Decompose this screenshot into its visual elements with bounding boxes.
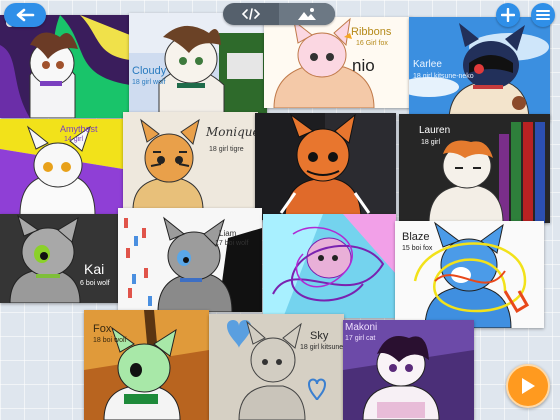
ribbons-name: Ribbons <box>351 26 392 38</box>
amythest-sub: 14 girl <box>64 136 84 143</box>
fox-sub: 18 boi wolf <box>93 337 127 344</box>
image-view-tab[interactable] <box>279 3 335 25</box>
plus-icon <box>501 8 515 22</box>
image-icon <box>298 8 316 20</box>
liam-art <box>118 208 262 312</box>
monique-sub: 18 girl tigre <box>209 146 244 153</box>
cloudy-name: Cloudy <box>132 65 167 77</box>
dark-fox-art <box>255 113 396 220</box>
drawing-card-amythest[interactable]: Amythest 14 girl <box>0 119 123 215</box>
kai-art <box>0 214 119 303</box>
makoni-name: Makoni <box>345 322 378 333</box>
drawing-card-lauren[interactable]: Lauren 18 girl <box>399 114 550 223</box>
kai-sub: 6 boi wolf <box>80 280 110 287</box>
karlee-sub: 18 girl kitsune-neko <box>413 73 474 80</box>
play-icon <box>522 378 535 394</box>
drawing-card-purple-cat[interactable] <box>0 15 130 118</box>
drawing-card-scribbled-cat[interactable] <box>263 214 396 318</box>
cloudy-sub: 18 girl wolf <box>132 79 166 86</box>
menu-button[interactable] <box>531 3 555 27</box>
drawing-card-blaze[interactable]: Blaze 15 boi fox <box>395 221 544 328</box>
cloudy-art <box>129 13 267 114</box>
lauren-name: Lauren <box>419 125 451 136</box>
view-mode-toggle[interactable] <box>223 3 335 25</box>
ribbons-sub: 16 Girl fox <box>356 40 388 47</box>
purple-cat-art <box>0 15 130 118</box>
arrow-left-icon <box>16 8 35 22</box>
drawing-card-cloudy[interactable]: Cloudy 18 girl wolf <box>129 13 267 114</box>
back-button[interactable] <box>4 3 46 27</box>
sky-sub: 18 girl kitsune <box>300 344 344 351</box>
fox-name: Fox <box>93 323 112 335</box>
sky-name: Sky <box>310 330 329 342</box>
drawing-card-dark-fox[interactable] <box>255 113 396 220</box>
drawing-card-kai[interactable]: Kai 6 boi wolf <box>0 214 119 303</box>
blaze-name: Blaze <box>402 231 430 243</box>
monique-name: Monique <box>206 125 258 139</box>
code-icon <box>241 8 261 20</box>
liam-name: Liam <box>219 229 237 238</box>
drawing-card-sky[interactable]: Sky 18 girl kitsune <box>209 314 344 420</box>
hamburger-menu-icon <box>536 10 550 20</box>
lauren-sub: 18 girl <box>421 139 441 146</box>
code-view-tab[interactable] <box>223 3 279 25</box>
drawing-card-karlee[interactable]: Karlee 18 girl kitsune-neko <box>409 17 550 121</box>
karlee-name: Karlee <box>413 59 442 70</box>
drawing-card-liam[interactable]: Liam 17 boi wolf <box>118 208 262 312</box>
blaze-sub: 15 boi fox <box>402 245 433 252</box>
liam-sub: 17 boi wolf <box>215 240 249 247</box>
amythest-name: Amythest <box>60 124 98 134</box>
makoni-sub: 17 girl cat <box>345 335 376 342</box>
kai-name: Kai <box>84 261 105 277</box>
drawing-card-monique[interactable]: Monique 18 girl tigre <box>123 112 258 210</box>
drawing-card-makoni[interactable]: Makoni 17 girl cat <box>343 320 474 420</box>
ribbons-tail: nio <box>352 56 375 75</box>
add-button[interactable] <box>496 3 520 27</box>
scribbled-cat-art <box>263 214 396 318</box>
drawing-card-ribbons[interactable]: Ribbons 16 Girl fox nio <box>264 17 412 108</box>
play-button[interactable] <box>506 364 550 408</box>
drawing-card-fox[interactable]: Fox 18 boi wolf <box>84 310 209 420</box>
